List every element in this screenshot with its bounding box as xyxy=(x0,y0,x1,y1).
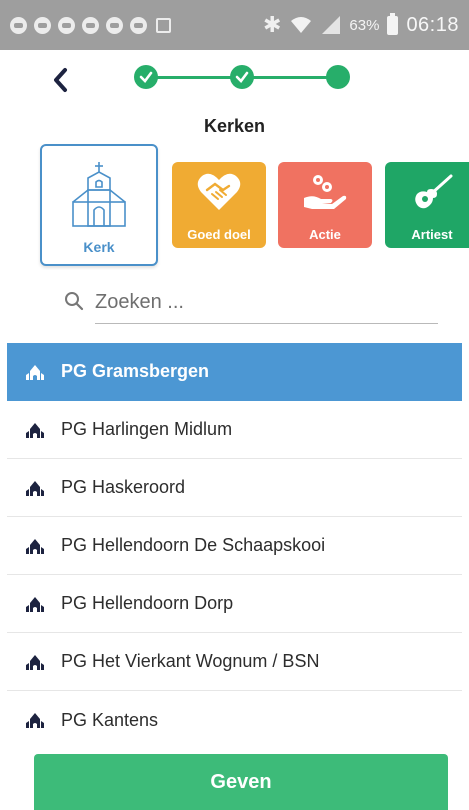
clock: 06:18 xyxy=(406,13,459,36)
wifi-icon xyxy=(291,17,312,33)
category-label: Goed doel xyxy=(187,227,251,242)
notification-icon xyxy=(58,16,75,34)
list-item-label: PG Het Vierkant Wognum / BSN xyxy=(61,651,320,671)
message-icon xyxy=(10,16,27,34)
list-item[interactable]: PG Kantens xyxy=(7,691,462,749)
category-kerk[interactable]: Kerk xyxy=(40,144,158,266)
page-title: Kerken xyxy=(203,116,266,136)
notification-icon xyxy=(130,16,147,34)
search-input[interactable] xyxy=(95,282,438,324)
search-icon xyxy=(65,292,84,311)
church-small-icon xyxy=(25,363,47,381)
list-item-label: PG Haskeroord xyxy=(61,477,186,497)
list-item[interactable]: PG Harlingen Midlum xyxy=(7,401,462,459)
notification-icon xyxy=(82,16,99,34)
guitar-icon xyxy=(385,172,469,212)
list-item-label: PG Kantens xyxy=(61,709,159,730)
category-label: Actie xyxy=(309,227,341,242)
search-bar xyxy=(64,282,440,326)
chevron-left-icon xyxy=(54,68,67,92)
step-2-completed xyxy=(230,65,254,89)
coins-hand-icon xyxy=(278,172,372,212)
church-small-icon xyxy=(25,711,47,729)
category-selector: Kerk Goed doel Actie Artiest xyxy=(0,142,469,270)
progress-stepper xyxy=(130,60,354,94)
signal-icon xyxy=(322,16,341,34)
category-goed-doel[interactable]: Goed doel xyxy=(172,162,266,248)
status-bar: ✱ 63% 06:18 xyxy=(0,0,469,50)
back-button[interactable] xyxy=(40,60,80,100)
category-label: Artiest xyxy=(411,227,453,242)
image-icon xyxy=(156,17,171,33)
church-small-icon xyxy=(25,479,47,497)
bluetooth-icon: ✱ xyxy=(262,12,282,37)
notification-icon xyxy=(34,16,51,34)
battery-percent: 63% xyxy=(349,16,380,34)
church-small-icon xyxy=(25,421,47,439)
list-item[interactable]: PG Hellendoorn De Schaapskooi xyxy=(7,517,462,575)
give-button[interactable]: Geven xyxy=(34,754,448,810)
list-item-label: PG Harlingen Midlum xyxy=(61,419,233,439)
church-small-icon xyxy=(25,595,47,613)
category-actie[interactable]: Actie xyxy=(278,162,372,248)
step-connector xyxy=(150,76,240,79)
battery-icon xyxy=(387,12,399,35)
list-item-label: PG Gramsbergen xyxy=(61,361,210,381)
step-1-completed xyxy=(134,65,158,89)
list-item[interactable]: PG Hellendoorn Dorp xyxy=(7,575,462,633)
list-item[interactable]: PG Gramsbergen xyxy=(7,343,462,401)
notification-icons xyxy=(0,16,171,34)
church-list: PG Gramsbergen PG Harlingen Midlum PG Ha… xyxy=(7,343,462,749)
check-icon xyxy=(235,71,249,83)
church-icon xyxy=(42,160,156,228)
list-item[interactable]: PG Haskeroord xyxy=(7,459,462,517)
heart-handshake-icon xyxy=(172,172,266,212)
step-3-current xyxy=(326,65,350,89)
category-label: Kerk xyxy=(83,239,115,255)
list-item[interactable]: PG Het Vierkant Wognum / BSN xyxy=(7,633,462,691)
church-small-icon xyxy=(25,653,47,671)
category-artiest[interactable]: Artiest xyxy=(385,162,469,248)
notification-icon xyxy=(106,16,123,34)
church-small-icon xyxy=(25,537,47,555)
list-item-label: PG Hellendoorn Dorp xyxy=(61,593,234,613)
list-item-label: PG Hellendoorn De Schaapskooi xyxy=(61,535,326,555)
check-icon xyxy=(139,71,153,83)
